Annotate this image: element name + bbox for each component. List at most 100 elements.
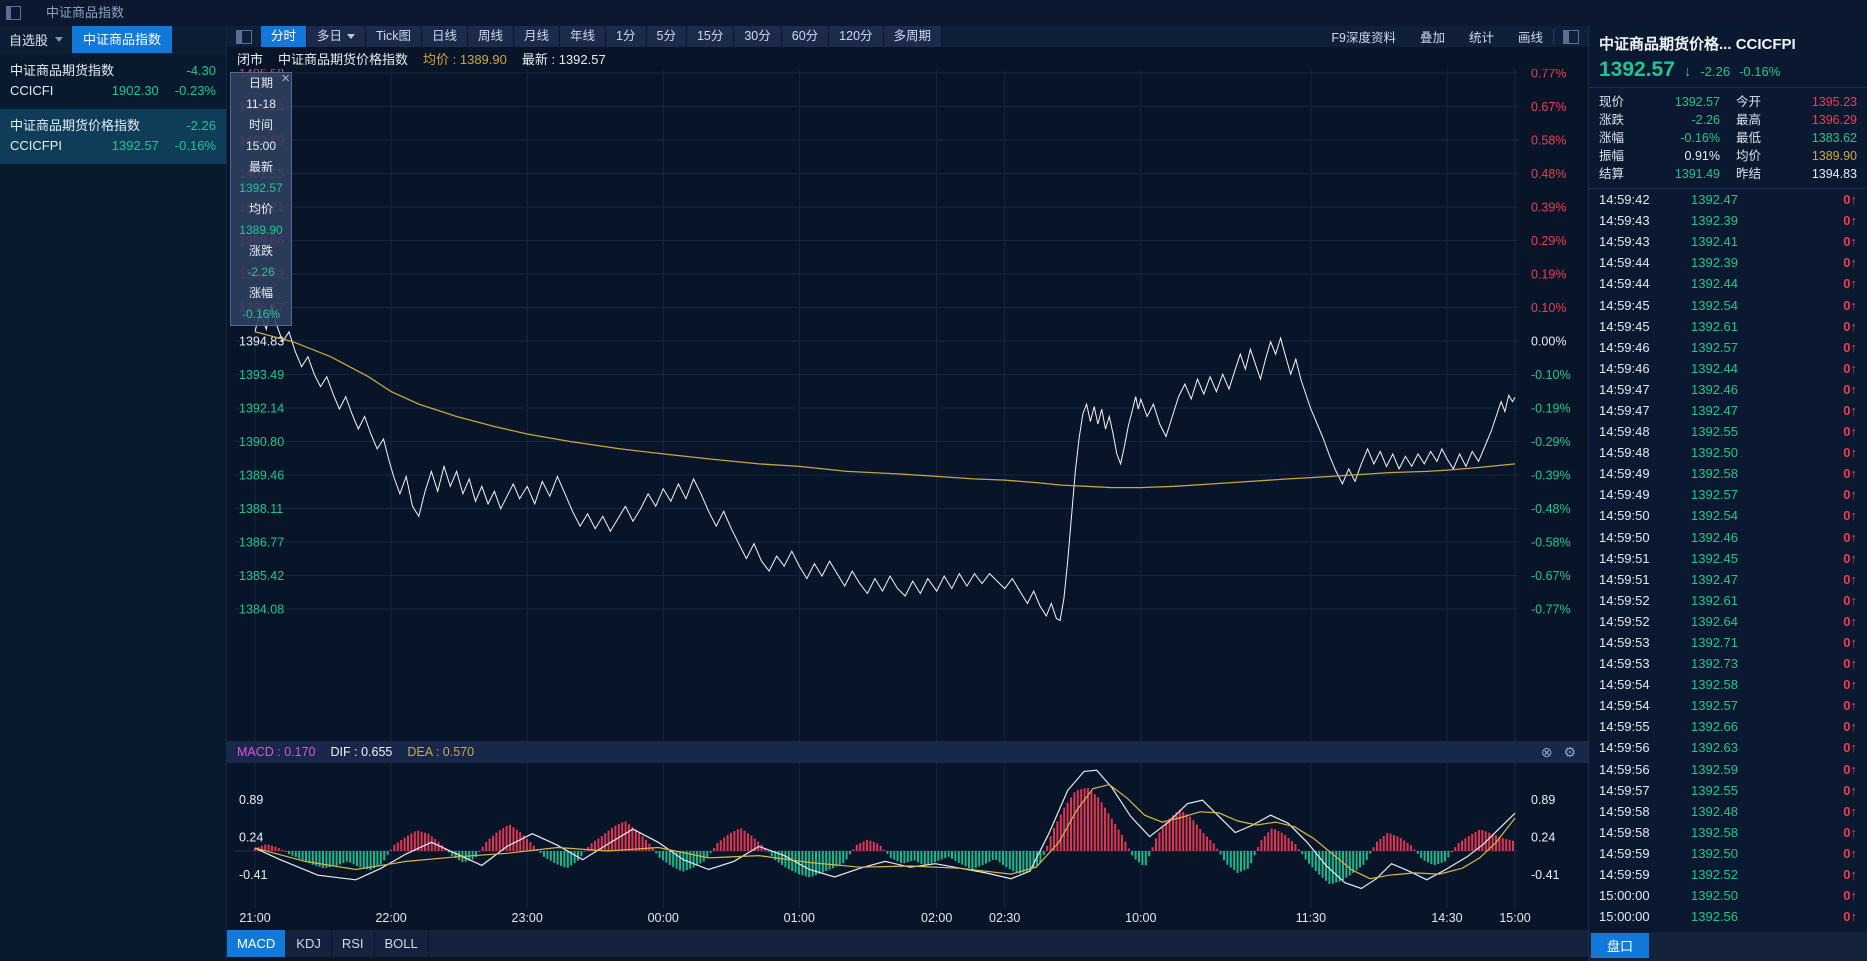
watchlist-group-selector[interactable]: 自选股 — [0, 26, 72, 53]
tape-row[interactable]: 14:59:521392.610↑ — [1589, 590, 1867, 611]
period-button[interactable]: 5分 — [647, 26, 687, 47]
tape-price: 1392.39 — [1691, 255, 1787, 270]
toolbar-action[interactable]: 叠加 — [1420, 27, 1445, 46]
quote-field-value: 1389.90 — [1812, 147, 1857, 165]
toolbar-action[interactable]: F9深度资料 — [1331, 27, 1396, 46]
tape-row[interactable]: 14:59:431392.410↑ — [1589, 231, 1867, 252]
indicator-tab-boll[interactable]: BOLL — [375, 930, 429, 957]
tape-row[interactable]: 14:59:581392.480↑ — [1589, 801, 1867, 822]
period-button[interactable]: 30分 — [734, 26, 781, 47]
tape-row[interactable]: 14:59:561392.590↑ — [1589, 759, 1867, 780]
tooltip-row: 涨幅 — [231, 283, 291, 304]
tape-row[interactable]: 14:59:431392.390↑ — [1589, 210, 1867, 231]
tape-row[interactable]: 14:59:521392.640↑ — [1589, 611, 1867, 632]
tape-row[interactable]: 14:59:451392.610↑ — [1589, 316, 1867, 337]
tape-price: 1392.41 — [1691, 234, 1787, 249]
indicator-tab-kdj[interactable]: KDJ — [286, 930, 332, 957]
tape-price: 1392.50 — [1691, 846, 1787, 861]
period-button[interactable]: 15分 — [687, 26, 734, 47]
tooltip-row: 1389.90 — [231, 220, 291, 241]
instrument-pct: -0.23% — [175, 81, 216, 101]
tape-row[interactable]: 14:59:441392.440↑ — [1589, 273, 1867, 294]
gear-icon[interactable]: ⚙ — [1563, 744, 1576, 761]
indicator-tab-macd[interactable]: MACD — [227, 930, 286, 957]
tape-row[interactable]: 14:59:461392.440↑ — [1589, 358, 1867, 379]
quote-field-label: 振幅 — [1599, 147, 1624, 165]
last-price: 1392.57 — [1599, 58, 1675, 82]
tape-volume: 0↑ — [1843, 361, 1857, 376]
watchlist-tab-index[interactable]: 中证商品指数 — [72, 26, 172, 53]
svg-text:1385.42: 1385.42 — [239, 569, 284, 583]
tape-time: 15:00:00 — [1599, 909, 1691, 924]
panel-toggle-icon[interactable] — [236, 30, 252, 44]
period-button[interactable]: 月线 — [514, 26, 560, 47]
tape-time: 14:59:50 — [1599, 530, 1691, 545]
tape-row[interactable]: 14:59:591392.500↑ — [1589, 843, 1867, 864]
period-button[interactable]: 日线 — [422, 26, 468, 47]
macd-panel[interactable]: 0.890.890.240.24-0.41-0.41 — [227, 763, 1588, 908]
period-button[interactable]: 周线 — [468, 26, 514, 47]
period-button[interactable]: 1分 — [606, 26, 646, 47]
tape-price: 1392.50 — [1691, 445, 1787, 460]
tape-row[interactable]: 14:59:501392.460↑ — [1589, 527, 1867, 548]
watchlist-item[interactable]: 中证商品期货指数-4.30CCICFI1902.30-0.23% — [0, 54, 226, 109]
tape-row[interactable]: 14:59:491392.570↑ — [1589, 484, 1867, 505]
close-icon[interactable]: × — [281, 71, 290, 86]
tape-price: 1392.45 — [1691, 551, 1787, 566]
quote-header: 中证商品期货价格... CCICFPI 1392.57 ↓ -2.26 -0.1… — [1589, 26, 1867, 87]
tape-row[interactable]: 14:59:471392.470↑ — [1589, 400, 1867, 421]
window-menu-icon[interactable] — [6, 6, 21, 20]
panel-toggle-right-icon[interactable] — [1563, 30, 1579, 44]
time-sales-list[interactable]: 14:59:421392.470↑14:59:431392.390↑14:59:… — [1589, 189, 1867, 932]
tape-volume: 0↑ — [1843, 762, 1857, 777]
tape-row[interactable]: 14:59:421392.470↑ — [1589, 189, 1867, 210]
svg-text:0.19%: 0.19% — [1531, 268, 1566, 282]
period-button[interactable]: 120分 — [829, 26, 883, 47]
period-button[interactable]: 年线 — [560, 26, 606, 47]
period-button[interactable]: 多周期 — [884, 26, 943, 47]
tape-row[interactable]: 14:59:591392.520↑ — [1589, 864, 1867, 885]
tape-row[interactable]: 14:59:571392.550↑ — [1589, 780, 1867, 801]
tape-price: 1392.73 — [1691, 656, 1787, 671]
tape-row[interactable]: 14:59:541392.580↑ — [1589, 674, 1867, 695]
quote-field: 结算1391.49 — [1599, 165, 1720, 183]
tape-row[interactable]: 14:59:541392.570↑ — [1589, 695, 1867, 716]
period-button[interactable]: Tick图 — [366, 26, 422, 47]
tape-row[interactable]: 15:00:001392.560↑ — [1589, 906, 1867, 927]
tape-row[interactable]: 14:59:461392.570↑ — [1589, 337, 1867, 358]
tape-row[interactable]: 14:59:481392.550↑ — [1589, 421, 1867, 442]
watchlist-item[interactable]: 中证商品期货价格指数-2.26CCICFPI1392.57-0.16% — [0, 109, 226, 164]
tape-row[interactable]: 14:59:471392.460↑ — [1589, 379, 1867, 400]
tape-row[interactable]: 14:59:531392.730↑ — [1589, 653, 1867, 674]
toolbar-action[interactable]: 画线 — [1518, 27, 1543, 46]
tape-row[interactable]: 14:59:491392.580↑ — [1589, 463, 1867, 484]
tape-row[interactable]: 15:00:001392.500↑ — [1589, 885, 1867, 906]
tape-row[interactable]: 14:59:551392.660↑ — [1589, 716, 1867, 737]
tape-row[interactable]: 14:59:531392.710↑ — [1589, 632, 1867, 653]
tape-row[interactable]: 14:59:441392.390↑ — [1589, 252, 1867, 273]
indicator-tabs: MACDKDJRSIBOLL — [227, 930, 1588, 957]
tape-row[interactable]: 14:59:451392.540↑ — [1589, 294, 1867, 315]
close-circle-icon[interactable]: ⊗ — [1541, 744, 1553, 761]
chevron-down-icon — [347, 34, 355, 39]
tape-row[interactable]: 14:59:561392.630↑ — [1589, 737, 1867, 758]
tape-volume: 0↑ — [1843, 424, 1857, 439]
tape-row[interactable]: 14:59:581392.580↑ — [1589, 822, 1867, 843]
tape-row[interactable]: 14:59:481392.500↑ — [1589, 442, 1867, 463]
toolbar-action[interactable]: 统计 — [1469, 27, 1494, 46]
quote-price-row: 1392.57 ↓ -2.26 -0.16% — [1599, 58, 1857, 82]
tape-row[interactable]: 14:59:511392.450↑ — [1589, 548, 1867, 569]
intraday-chart[interactable]: 1405.581404.241402.891401.551400.211398.… — [227, 69, 1588, 741]
period-button[interactable]: 60分 — [782, 26, 829, 47]
period-button[interactable]: 多日 — [307, 26, 366, 47]
svg-text:0.48%: 0.48% — [1531, 167, 1566, 181]
period-button[interactable]: 分时 — [261, 26, 307, 47]
indicator-tab-rsi[interactable]: RSI — [332, 930, 375, 957]
tape-row[interactable]: 14:59:501392.540↑ — [1589, 505, 1867, 526]
tape-time: 14:59:59 — [1599, 867, 1691, 882]
tape-row[interactable]: 14:59:511392.470↑ — [1589, 569, 1867, 590]
pankou-button[interactable]: 盘口 — [1591, 933, 1649, 958]
tape-price: 1392.61 — [1691, 319, 1787, 334]
window-tab[interactable]: 中证商品指数 — [31, 0, 238, 26]
tape-price: 1392.58 — [1691, 466, 1787, 481]
